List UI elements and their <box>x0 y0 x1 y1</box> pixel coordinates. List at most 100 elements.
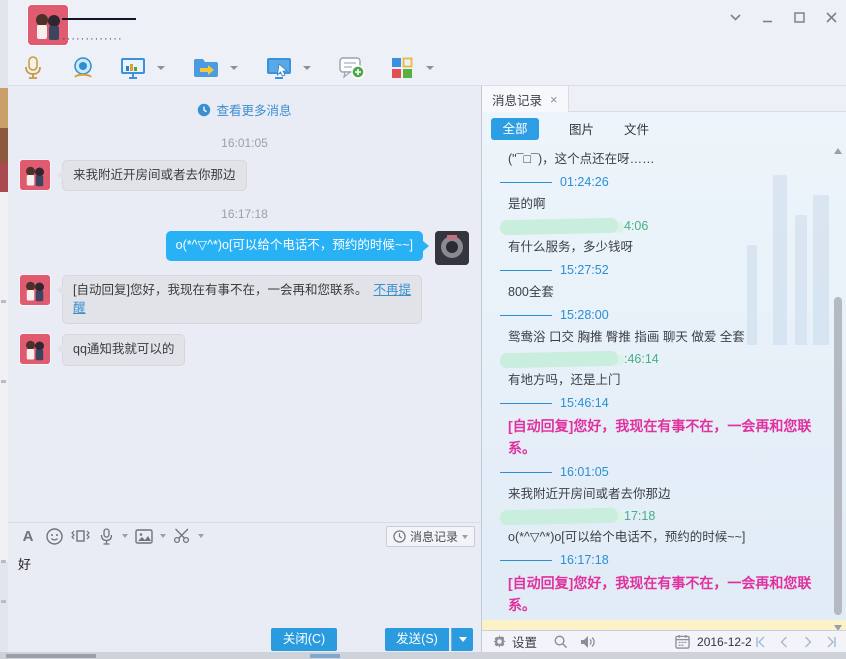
send-file-caret-icon[interactable] <box>230 66 238 70</box>
peer-signature: ············· <box>62 33 123 45</box>
autoreply-text: [自动回复]您好，我现在有事不在，一会再和您联系。 <box>73 283 367 297</box>
message-records-panel: 消息记录 × 全部 图片 文件 ("¯□¯)，这个点还在呀…… 01:24:26… <box>481 86 846 652</box>
close-tab-icon[interactable]: × <box>550 92 558 107</box>
message-bubble[interactable]: 来我附近开房间或者去你那边 <box>62 160 247 192</box>
app-grid-caret-icon[interactable] <box>426 66 434 70</box>
redaction-blob <box>500 350 618 367</box>
minimize-icon[interactable] <box>758 8 776 26</box>
last-page-icon[interactable] <box>825 635 839 649</box>
settings-label[interactable]: 设置 <box>512 632 537 651</box>
remote-desktop-caret-icon[interactable] <box>303 66 311 70</box>
title-bar[interactable]: ············· <box>8 0 846 50</box>
screen-demo-caret-icon[interactable] <box>157 66 165 70</box>
message-input[interactable]: 好 <box>8 549 481 628</box>
chat-timestamp: 16:01:05 <box>8 136 481 150</box>
close-button[interactable]: 关闭(C) <box>271 628 337 651</box>
outgoing-message-row: o(*^▽^*)o[可以给个电话不，预约的时候~~] <box>8 231 481 265</box>
clock-icon <box>197 103 211 117</box>
record-time-divider: 15:46:14 <box>500 393 827 413</box>
record-message: 来我附近开房间或者去你那边 <box>508 484 827 504</box>
send-options-caret-icon[interactable] <box>451 628 473 651</box>
message-bubble[interactable]: qq通知我就可以的 <box>62 334 185 366</box>
image-caret-icon[interactable] <box>160 534 166 538</box>
message-bubble[interactable]: o(*^▽^*)o[可以给个电话不，预约的时候~~] <box>166 231 423 261</box>
background-window-strip <box>0 0 8 659</box>
app-grid-icon[interactable] <box>389 55 415 81</box>
incoming-message-row: 来我附近开房间或者去你那边 <box>8 160 481 192</box>
prev-page-icon[interactable] <box>777 635 791 649</box>
peer-avatar[interactable] <box>20 334 50 364</box>
record-autoreply-message: [自动回复]您好，我现在有事不在，一会再和您联系。 <box>508 415 827 459</box>
audio-caret-icon[interactable] <box>122 534 128 538</box>
background-window-sliver <box>0 652 846 659</box>
qq-chat-app: ············· <box>0 0 846 659</box>
chat-window: ············· <box>8 0 846 652</box>
send-button[interactable]: 发送(S) <box>385 628 449 651</box>
record-time-divider: 16:17:18 <box>500 550 827 570</box>
records-filters: 全部 图片 文件 <box>482 112 846 145</box>
remote-desktop-icon[interactable] <box>266 55 292 81</box>
chat-message-list: 查看更多消息 16:01:05 来我附近开房间或者去你那边 16:17:18 o… <box>8 86 481 522</box>
scroll-up-icon[interactable] <box>834 148 842 154</box>
send-file-icon[interactable] <box>193 55 219 81</box>
microphone-icon[interactable] <box>20 55 46 81</box>
screenshot-caret-icon[interactable] <box>198 534 204 538</box>
record-redacted-line: :46:14 <box>500 349 827 369</box>
tab-message-records[interactable]: 消息记录 × <box>482 86 569 112</box>
incoming-message-row: [自动回复]您好，我现在有事不在，一会再和您联系。不再提醒 <box>8 275 481 324</box>
record-message: ("¯□¯)，这个点还在呀…… <box>508 149 827 169</box>
records-tab-bar: 消息记录 × <box>482 86 846 112</box>
speaker-icon[interactable] <box>579 633 597 651</box>
magnifier-icon[interactable] <box>551 633 569 651</box>
records-footer: 设置 2016-12-2 <box>482 630 846 652</box>
message-history-button[interactable]: 消息记录 <box>386 526 475 547</box>
load-more-label: 查看更多消息 <box>216 100 291 119</box>
filter-files[interactable]: 文件 <box>624 119 649 138</box>
peer-avatar[interactable] <box>20 275 50 305</box>
load-more-messages-link[interactable]: 查看更多消息 <box>197 100 291 119</box>
gear-icon[interactable] <box>490 633 508 651</box>
self-avatar[interactable] <box>435 231 469 265</box>
image-icon[interactable] <box>134 526 154 546</box>
chat-timestamp: 16:17:18 <box>8 207 481 221</box>
scrollbar-thumb[interactable] <box>834 297 842 615</box>
webcam-icon[interactable] <box>70 55 96 81</box>
redaction-blob <box>500 507 618 524</box>
record-message: 有地方吗，还是上门 <box>508 370 827 390</box>
maximize-icon[interactable] <box>790 8 808 26</box>
screen-demo-icon[interactable] <box>120 55 146 81</box>
font-icon[interactable]: A <box>18 526 38 546</box>
action-bar: 关闭(C) 发送(S) <box>8 628 481 652</box>
calendar-icon[interactable] <box>673 633 691 651</box>
screenshot-icon[interactable] <box>172 526 192 546</box>
record-autoreply-message: [自动回复]您好，我现在有事不在，一会再和您联系。 <box>508 572 827 616</box>
record-time-divider: 16:01:05 <box>500 462 827 482</box>
chat-toolbar <box>8 50 846 86</box>
incoming-message-row: qq通知我就可以的 <box>8 334 481 366</box>
history-button-label: 消息记录 <box>410 528 458 545</box>
history-caret-icon <box>462 535 468 539</box>
peer-avatar[interactable] <box>20 160 50 190</box>
records-list[interactable]: ("¯□¯)，这个点还在呀…… 01:24:26 是的啊 4:06 有什么服务，… <box>482 145 846 634</box>
records-scrollbar[interactable] <box>831 145 845 634</box>
window-shake-icon[interactable] <box>70 526 90 546</box>
emoticon-icon[interactable] <box>44 526 64 546</box>
clock-icon <box>393 530 406 543</box>
records-tab-label: 消息记录 <box>492 90 542 109</box>
records-date[interactable]: 2016-12-2 <box>697 635 752 649</box>
close-icon[interactable] <box>822 8 840 26</box>
filter-all[interactable]: 全部 <box>491 118 539 140</box>
peer-name-redacted <box>62 18 136 20</box>
first-page-icon[interactable] <box>753 635 767 649</box>
audio-icon[interactable] <box>96 526 116 546</box>
message-bubble[interactable]: [自动回复]您好，我现在有事不在，一会再和您联系。不再提醒 <box>62 275 422 324</box>
multi-chat-icon[interactable] <box>339 55 365 81</box>
next-page-icon[interactable] <box>801 635 815 649</box>
record-redacted-line: 17:18 <box>500 506 827 526</box>
redaction-blob <box>500 217 618 234</box>
input-toolbar: A <box>8 522 481 549</box>
window-skin-menu-icon[interactable] <box>726 8 744 26</box>
record-message: o(*^▽^*)o[可以给个电话不，预约的时候~~] <box>508 527 827 547</box>
chat-panel: 查看更多消息 16:01:05 来我附近开房间或者去你那边 16:17:18 o… <box>8 86 481 652</box>
filter-images[interactable]: 图片 <box>569 119 594 138</box>
